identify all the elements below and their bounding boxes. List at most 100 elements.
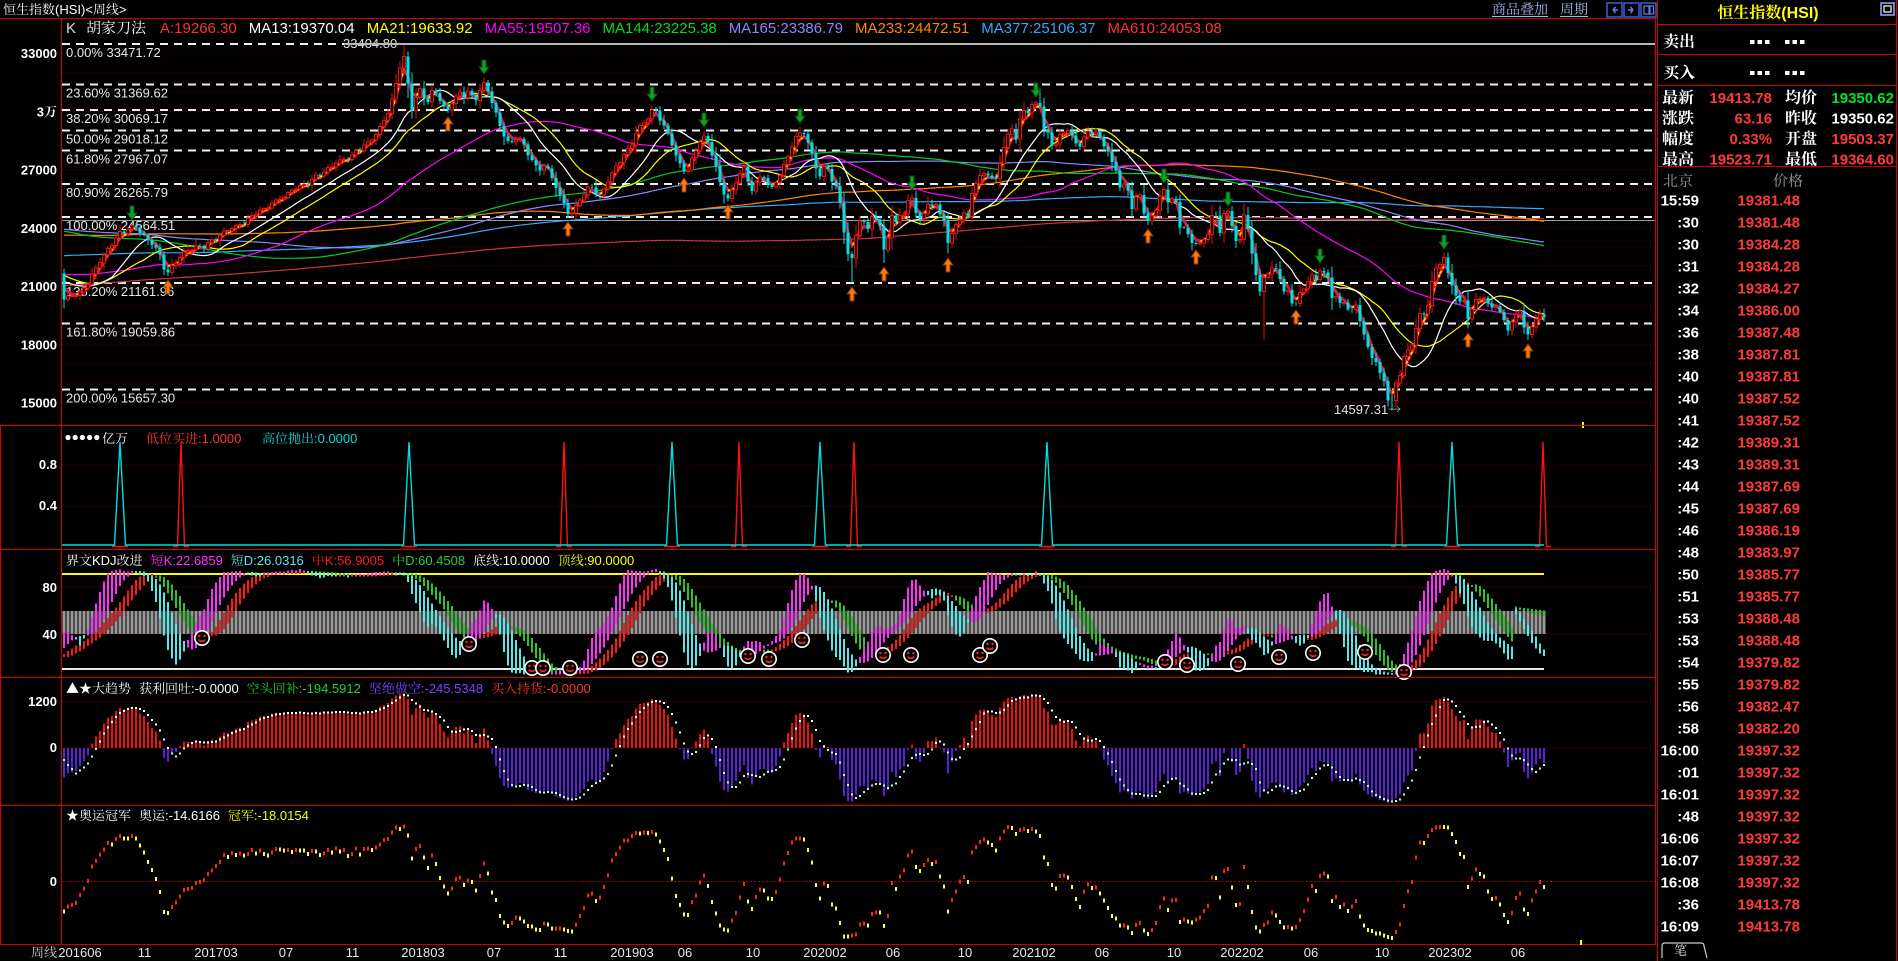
svg-text::48: :48: [1677, 545, 1699, 562]
svg-text:10: 10: [1375, 945, 1389, 960]
svg-text:19379.82: 19379.82: [1737, 677, 1800, 694]
svg-text:19387.69: 19387.69: [1737, 501, 1800, 518]
svg-text:27000: 27000: [21, 163, 57, 178]
svg-text:10: 10: [1167, 945, 1181, 960]
svg-text:19387.52: 19387.52: [1737, 391, 1800, 408]
svg-text:202102: 202102: [1012, 945, 1055, 960]
svg-text:61.80% 27967.07: 61.80% 27967.07: [66, 152, 168, 167]
svg-text:16:07: 16:07: [1661, 853, 1699, 870]
svg-text::36: :36: [1677, 897, 1699, 914]
svg-text:1200: 1200: [28, 694, 57, 709]
svg-text:10: 10: [958, 945, 972, 960]
svg-text:07: 07: [279, 945, 293, 960]
svg-text:D:60.4508: D:60.4508: [405, 553, 465, 568]
svg-text:19364.60: 19364.60: [1831, 152, 1894, 169]
svg-text::-0.0000: :-0.0000: [191, 681, 239, 696]
svg-text:201803: 201803: [401, 945, 444, 960]
svg-text::55: :55: [1677, 677, 1699, 694]
svg-text:24000: 24000: [21, 221, 57, 236]
svg-text::1.0000: :1.0000: [198, 431, 241, 446]
svg-text:0: 0: [50, 874, 57, 889]
svg-text::01: :01: [1677, 765, 1699, 782]
svg-text:200.00% 15657.30: 200.00% 15657.30: [66, 391, 175, 406]
svg-text:MA21:19633.92: MA21:19633.92: [367, 20, 473, 37]
svg-text::32: :32: [1677, 281, 1699, 298]
svg-text:MA233:24472.51: MA233:24472.51: [855, 20, 969, 37]
svg-text::36: :36: [1677, 325, 1699, 342]
svg-text:40: 40: [43, 627, 57, 642]
svg-text:06: 06: [886, 945, 900, 960]
svg-text:0: 0: [50, 740, 57, 755]
svg-text::30: :30: [1677, 215, 1699, 232]
svg-text:80: 80: [43, 580, 57, 595]
svg-text::38: :38: [1677, 347, 1699, 364]
svg-text:07: 07: [487, 945, 501, 960]
svg-text:19385.77: 19385.77: [1737, 589, 1800, 606]
svg-text:19383.97: 19383.97: [1737, 545, 1800, 562]
svg-text:19381.48: 19381.48: [1737, 193, 1800, 210]
svg-text:MA13:19370.04: MA13:19370.04: [249, 20, 355, 37]
svg-text:19381.48: 19381.48: [1737, 215, 1800, 232]
svg-text:14597.31: 14597.31: [1334, 402, 1388, 417]
svg-text:11: 11: [346, 945, 360, 960]
svg-text::31: :31: [1677, 259, 1699, 276]
svg-text:0.33%: 0.33%: [1730, 131, 1773, 148]
svg-text::-18.0154: :-18.0154: [254, 808, 309, 823]
svg-text::41: :41: [1677, 413, 1699, 430]
svg-text::53: :53: [1677, 633, 1699, 650]
svg-text:19397.32: 19397.32: [1737, 853, 1800, 870]
svg-text:19384.28: 19384.28: [1737, 237, 1800, 254]
svg-text:202202: 202202: [1220, 945, 1263, 960]
svg-text:MA55:19507.36: MA55:19507.36: [485, 20, 591, 37]
svg-text:0.8: 0.8: [39, 457, 57, 472]
svg-text:19413.78: 19413.78: [1737, 897, 1800, 914]
svg-text:19387.81: 19387.81: [1737, 347, 1800, 364]
svg-text:16:01: 16:01: [1661, 787, 1699, 804]
svg-text:23.60% 31369.62: 23.60% 31369.62: [66, 86, 168, 101]
svg-text:K:56.9005: K:56.9005: [325, 553, 384, 568]
svg-text:0.4: 0.4: [39, 498, 58, 513]
svg-text:19387.48: 19387.48: [1737, 325, 1800, 342]
svg-text:80.90% 26265.79: 80.90% 26265.79: [66, 185, 168, 200]
svg-text::34: :34: [1677, 303, 1699, 320]
svg-text:19397.32: 19397.32: [1737, 831, 1800, 848]
svg-text:19503.37: 19503.37: [1831, 131, 1894, 148]
svg-text::56: :56: [1677, 699, 1699, 716]
svg-text:06: 06: [1095, 945, 1109, 960]
svg-text:38.20% 30069.17: 38.20% 30069.17: [66, 111, 168, 126]
svg-text::-0.0000: :-0.0000: [543, 681, 591, 696]
svg-text:11: 11: [138, 945, 152, 960]
svg-text:19523.71: 19523.71: [1709, 152, 1772, 169]
svg-text::53: :53: [1677, 611, 1699, 628]
svg-text:15000: 15000: [21, 396, 57, 411]
svg-text::58: :58: [1677, 721, 1699, 738]
svg-text:21000: 21000: [21, 279, 57, 294]
svg-text:(HSI): (HSI): [1781, 5, 1818, 22]
svg-text:K:22.6859: K:22.6859: [164, 553, 223, 568]
svg-text:15:59: 15:59: [1661, 193, 1699, 210]
svg-text:19389.31: 19389.31: [1737, 457, 1800, 474]
svg-text:19388.48: 19388.48: [1737, 611, 1800, 628]
svg-text:3: 3: [37, 104, 44, 119]
svg-text::0.0000: :0.0000: [314, 431, 357, 446]
svg-text:19350.62: 19350.62: [1831, 111, 1894, 128]
svg-text::42: :42: [1677, 435, 1699, 452]
svg-text:202002: 202002: [803, 945, 846, 960]
svg-text:16:06: 16:06: [1661, 831, 1699, 848]
svg-text::10.0000: :10.0000: [499, 553, 550, 568]
svg-text:0.00% 33471.72: 0.00% 33471.72: [66, 45, 161, 60]
svg-text:201703: 201703: [194, 945, 237, 960]
svg-text::-245.5348: :-245.5348: [421, 681, 483, 696]
svg-text:19350.62: 19350.62: [1831, 90, 1894, 107]
svg-text::50: :50: [1677, 567, 1699, 584]
svg-text:19379.82: 19379.82: [1737, 655, 1800, 672]
svg-text:MA377:25106.37: MA377:25106.37: [981, 20, 1095, 37]
svg-text:19382.20: 19382.20: [1737, 721, 1800, 738]
svg-text:50.00% 29018.12: 50.00% 29018.12: [66, 131, 168, 146]
svg-text:19397.32: 19397.32: [1737, 875, 1800, 892]
svg-text:D:26.0316: D:26.0316: [244, 553, 304, 568]
svg-text::46: :46: [1677, 523, 1699, 540]
svg-text:11: 11: [554, 945, 568, 960]
svg-text:201606: 201606: [58, 945, 101, 960]
svg-text:19388.48: 19388.48: [1737, 633, 1800, 650]
